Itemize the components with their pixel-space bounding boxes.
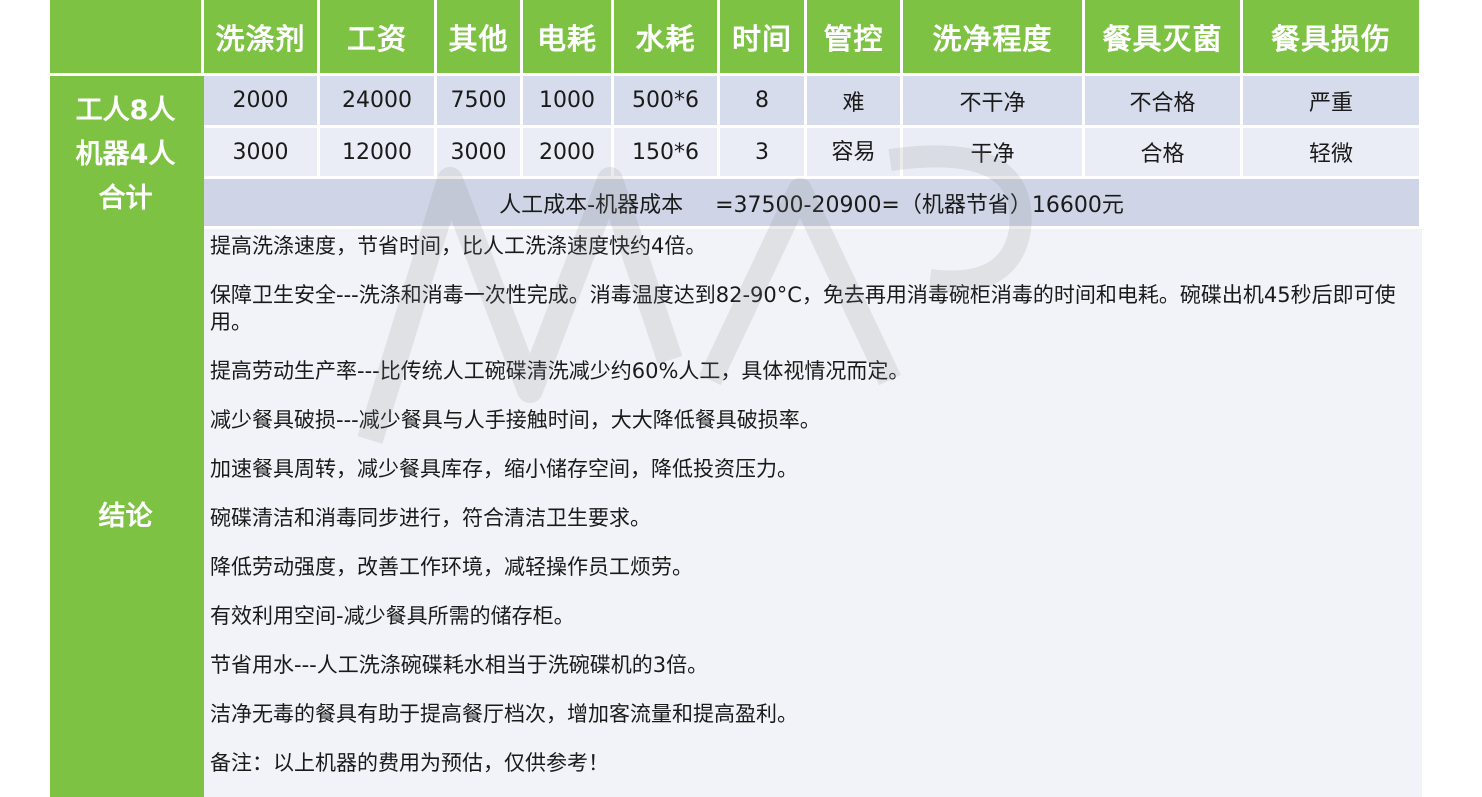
table-cell: 不合格 xyxy=(1085,76,1243,128)
side-labels: 工人8人 机器4人 合计 xyxy=(50,76,204,229)
list-item: 降低劳动强度，改善工作环境，减轻操作员工烦劳。 xyxy=(210,555,693,579)
col-header-control: 管控 xyxy=(807,0,903,76)
side-label-conclusion: 结论 xyxy=(50,229,204,797)
table-cell: 24000 xyxy=(320,76,437,128)
side-label-total: 合计 xyxy=(98,182,153,214)
list-item: 碗碟清洁和消毒同步进行，符合清洁卫生要求。 xyxy=(210,506,651,530)
col-header-detergent: 洗涤剂 xyxy=(204,0,320,76)
col-header-cleanliness: 洗净程度 xyxy=(903,0,1085,76)
list-item: 备注：以上机器的费用为预估，仅供参考！ xyxy=(210,751,609,775)
cost-summary: 人工成本-机器成本 =37500-20900=（机器节省）16600元 xyxy=(204,179,1422,229)
corner-cell xyxy=(50,0,204,76)
table-cell: 7500 xyxy=(437,76,523,128)
cost-summary-value: =37500-20900=（机器节省）16600元 xyxy=(715,192,1124,218)
list-item: 保障卫生安全---洗涤和消毒一次性完成。消毒温度达到82-90°C，免去再用消毒… xyxy=(210,283,1396,334)
side-label-workers: 工人8人 xyxy=(75,95,176,127)
table-cell: 12000 xyxy=(320,128,437,179)
table-cell: 150*6 xyxy=(614,128,720,179)
conclusion-list: 提高洗涤速度，节省时间，比人工洗涤速度快约4倍。 保障卫生安全---洗涤和消毒一… xyxy=(204,229,1422,797)
table-cell: 2000 xyxy=(523,128,614,179)
list-item: 节省用水---人工洗涤碗碟耗水相当于洗碗碟机的3倍。 xyxy=(210,653,709,677)
table-cell: 2000 xyxy=(204,76,320,128)
table-cell: 合格 xyxy=(1085,128,1243,179)
list-item: 洁净无毒的餐具有助于提高餐厅档次，增加客流量和提高盈利。 xyxy=(210,702,798,726)
table-cell: 3000 xyxy=(437,128,523,179)
table-cell: 容易 xyxy=(807,128,903,179)
col-header-power: 电耗 xyxy=(523,0,614,76)
comparison-table: 洗涤剂 工资 其他 电耗 水耗 时间 管控 洗净程度 餐具灭菌 餐具损伤 工人8… xyxy=(50,0,1422,797)
col-header-sterilization: 餐具灭菌 xyxy=(1085,0,1243,76)
table-cell: 1000 xyxy=(523,76,614,128)
list-item: 加速餐具周转，减少餐具库存，缩小储存空间，降低投资压力。 xyxy=(210,457,798,481)
table-cell: 3 xyxy=(720,128,807,179)
col-header-time: 时间 xyxy=(720,0,807,76)
table-cell: 难 xyxy=(807,76,903,128)
table-cell: 不干净 xyxy=(903,76,1085,128)
table-cell: 干净 xyxy=(903,128,1085,179)
table-cell: 3000 xyxy=(204,128,320,179)
list-item: 提高劳动生产率---比传统人工碗碟清洗减少约60%人工，具体视情况而定。 xyxy=(210,359,910,383)
table-cell: 轻微 xyxy=(1243,128,1422,179)
col-header-other: 其他 xyxy=(437,0,523,76)
col-header-wages: 工资 xyxy=(320,0,437,76)
table-cell: 8 xyxy=(720,76,807,128)
list-item: 提高洗涤速度，节省时间，比人工洗涤速度快约4倍。 xyxy=(210,234,707,258)
list-item: 有效利用空间-减少餐具所需的储存柜。 xyxy=(210,604,575,628)
side-label-machine: 机器4人 xyxy=(75,138,176,170)
table-cell: 严重 xyxy=(1243,76,1422,128)
col-header-water: 水耗 xyxy=(614,0,720,76)
table-cell: 500*6 xyxy=(614,76,720,128)
list-item: 减少餐具破损---减少餐具与人手接触时间，大大降低餐具破损率。 xyxy=(210,408,821,432)
cost-summary-label: 人工成本-机器成本 xyxy=(499,192,684,218)
col-header-damage: 餐具损伤 xyxy=(1243,0,1422,76)
